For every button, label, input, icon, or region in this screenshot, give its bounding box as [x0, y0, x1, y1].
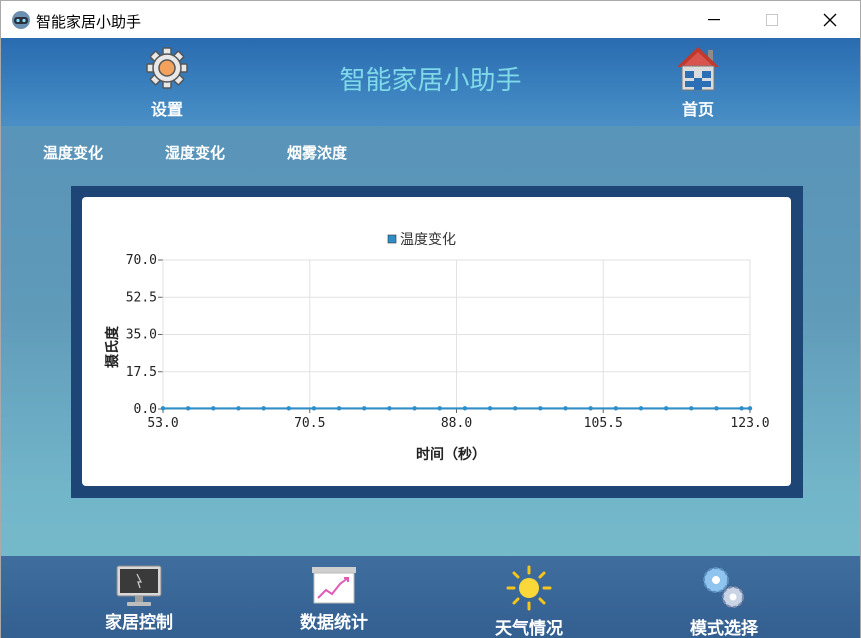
legend-label: 温度变化 [400, 232, 456, 248]
nav-statistics-label: 数据统计 [300, 613, 368, 633]
chart-grid [158, 259, 751, 413]
series-point [236, 406, 241, 411]
series-point [336, 406, 342, 411]
y-tick-label: 0.0 [134, 402, 157, 417]
series-point [663, 406, 669, 411]
series-point [714, 406, 719, 411]
y-axis-ticks: 0.0 17.5 35.0 52.5 70.0 [126, 253, 157, 417]
series-point [437, 406, 442, 411]
series-point [538, 406, 543, 411]
gears-icon [703, 567, 744, 608]
x-tick-label: 123.0 [730, 416, 769, 431]
chart-frame: 53.0 70.5 88.0 105.5 123.0 0.0 17.5 35.0 52.5 70… [71, 186, 803, 498]
app-body: 设置 智能家居小助手 首页 温度变化 湿度变化 烟雾浓度 53.0 70.5 8… [0, 38, 861, 638]
series-point [513, 406, 518, 411]
maximize-button[interactable] [743, 1, 801, 39]
nav-home-control-label: 家居控制 [105, 613, 173, 633]
series-point [362, 406, 367, 411]
series-point [747, 406, 753, 411]
window-titlebar: 智能家居小助手 [0, 0, 861, 38]
series-point [638, 406, 644, 411]
x-tick-label: 88.0 [441, 416, 472, 431]
series-point [211, 406, 216, 411]
series-point [613, 406, 619, 411]
x-tick-label: 70.5 [294, 416, 325, 431]
home-label: 首页 [681, 100, 714, 119]
close-icon [823, 13, 837, 27]
series-point [689, 406, 694, 411]
app-header: 设置 智能家居小助手 首页 [1, 38, 860, 126]
nav-mode-select[interactable]: 模式选择 [664, 562, 784, 638]
series-point [387, 406, 392, 411]
minimize-button[interactable] [685, 1, 743, 39]
monitor-icon [116, 565, 162, 606]
home-button[interactable]: 首页 [658, 44, 738, 122]
chart-panel: 53.0 70.5 88.0 105.5 123.0 0.0 17.5 35.0 52.5 70… [82, 197, 791, 486]
settings-label: 设置 [150, 100, 183, 119]
series-point [487, 406, 493, 411]
house-icon [677, 47, 719, 91]
series-point [185, 406, 191, 411]
sun-icon [506, 565, 552, 611]
y-tick-label: 35.0 [126, 328, 157, 343]
nav-home-control[interactable]: 家居控制 [79, 562, 199, 636]
maximize-icon [766, 14, 778, 26]
series-point [563, 406, 568, 411]
series-point [286, 406, 291, 411]
y-axis-label: 摄氏度 [104, 325, 121, 368]
y-tick-label: 17.5 [126, 365, 157, 380]
series-point [462, 406, 468, 411]
window-title: 智能家居小助手 [36, 13, 142, 31]
x-tick-label: 105.5 [584, 416, 623, 431]
tab-temperature[interactable]: 温度变化 [43, 142, 103, 163]
nav-weather-label: 天气情况 [495, 619, 563, 638]
bottom-nav: 家居控制 数据统计 天气情况 模式选择 [1, 556, 860, 638]
series-point [160, 406, 166, 411]
x-tick-label: 53.0 [147, 416, 178, 431]
chart-legend: 温度变化 [387, 232, 456, 248]
temperature-chart: 53.0 70.5 88.0 105.5 123.0 0.0 17.5 35.0 52.5 70… [104, 232, 770, 463]
nav-weather[interactable]: 天气情况 [469, 562, 589, 638]
chart-board-icon [312, 567, 356, 604]
series-point [412, 406, 417, 411]
nav-statistics[interactable]: 数据统计 [274, 562, 394, 636]
app-robot-icon [12, 11, 30, 29]
nav-mode-select-label: 模式选择 [690, 619, 758, 638]
legend-swatch [387, 234, 397, 244]
chart-tabs: 温度变化 湿度变化 烟雾浓度 [1, 142, 860, 166]
y-tick-label: 52.5 [126, 290, 157, 305]
series-point [739, 406, 744, 411]
x-axis-ticks: 53.0 70.5 88.0 105.5 123.0 [147, 416, 769, 431]
tab-humidity[interactable]: 湿度变化 [165, 142, 225, 163]
tab-smoke[interactable]: 烟雾浓度 [287, 142, 347, 163]
series-point [588, 406, 593, 411]
x-axis-label: 时间（秒） [416, 446, 486, 463]
close-button[interactable] [801, 1, 859, 39]
series-point [261, 406, 266, 411]
series-point [311, 406, 317, 411]
y-tick-label: 70.0 [126, 253, 157, 268]
minimize-icon [708, 19, 720, 21]
